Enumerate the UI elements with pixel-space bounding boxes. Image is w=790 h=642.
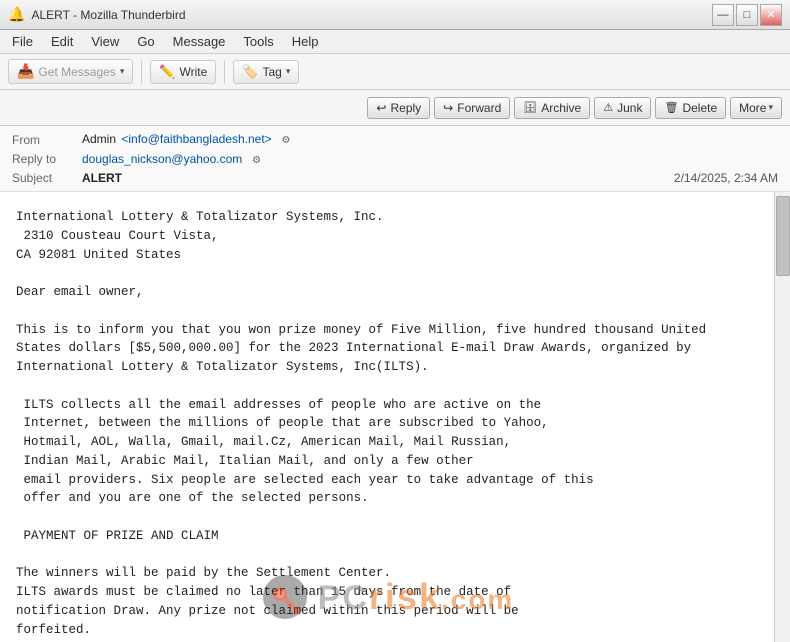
toolbar-separator-1 xyxy=(141,60,142,84)
from-row: From Admin <info@faithbangladesh.net> ⚙ xyxy=(12,130,778,150)
forward-label: Forward xyxy=(457,101,501,115)
write-button[interactable]: ✏️ Write xyxy=(150,60,216,84)
toolbar: 📥 Get Messages ▾ ✏️ Write 🏷️ Tag ▾ xyxy=(0,54,790,90)
close-button[interactable]: ✕ xyxy=(760,4,782,26)
junk-label: Junk xyxy=(617,101,642,115)
menu-message[interactable]: Message xyxy=(165,32,234,51)
email-section: ↩ Reply ↪ Forward 🗄 Archive ⚠ Junk 🗑 Del… xyxy=(0,90,790,642)
tag-button[interactable]: 🏷️ Tag ▾ xyxy=(233,60,299,84)
minimize-button[interactable]: — xyxy=(712,4,734,26)
email-body-container[interactable]: International Lottery & Totalizator Syst… xyxy=(0,192,774,642)
menu-file[interactable]: File xyxy=(4,32,41,51)
from-label: From xyxy=(12,133,82,147)
get-messages-label: Get Messages xyxy=(38,65,115,79)
reply-label: Reply xyxy=(390,101,421,115)
more-button[interactable]: More ▾ xyxy=(730,97,782,119)
more-dropdown-arrow: ▾ xyxy=(768,102,773,113)
email-headers: From Admin <info@faithbangladesh.net> ⚙ … xyxy=(0,126,790,192)
title-bar: 🔔 ALERT - Mozilla Thunderbird — □ ✕ xyxy=(0,0,790,30)
maximize-button[interactable]: □ xyxy=(736,4,758,26)
reply-icon: ↩ xyxy=(376,101,386,115)
archive-icon: 🗄 xyxy=(523,101,537,114)
action-bar: ↩ Reply ↪ Forward 🗄 Archive ⚠ Junk 🗑 Del… xyxy=(0,90,790,126)
reply-to-value: douglas_nickson@yahoo.com ⚙ xyxy=(82,152,264,168)
scrollbar-thumb[interactable] xyxy=(776,196,790,276)
forward-icon: ↪ xyxy=(443,101,453,115)
from-email: <info@faithbangladesh.net> xyxy=(121,132,271,146)
subject-row: Subject ALERT 2/14/2025, 2:34 AM xyxy=(12,169,778,187)
write-icon: ✏️ xyxy=(159,64,175,80)
email-body: International Lottery & Totalizator Syst… xyxy=(0,192,774,642)
reply-to-security-icon: ⚙ xyxy=(250,153,264,167)
get-messages-button[interactable]: 📥 Get Messages ▾ xyxy=(8,59,133,84)
forward-button[interactable]: ↪ Forward xyxy=(434,97,510,119)
email-date: 2/14/2025, 2:34 AM xyxy=(674,171,778,185)
from-value: Admin <info@faithbangladesh.net> ⚙ xyxy=(82,132,293,148)
get-messages-dropdown-arrow: ▾ xyxy=(120,66,125,77)
tag-label: Tag xyxy=(263,65,282,79)
tag-icon: 🏷️ xyxy=(242,64,258,80)
write-label: Write xyxy=(180,65,208,79)
reply-button[interactable]: ↩ Reply xyxy=(367,97,430,119)
archive-button[interactable]: 🗄 Archive xyxy=(514,97,590,119)
menu-help[interactable]: Help xyxy=(284,32,327,51)
security-icon: ⚙ xyxy=(279,134,293,148)
main-content: ↩ Reply ↪ Forward 🗄 Archive ⚠ Junk 🗑 Del… xyxy=(0,90,790,642)
toolbar-separator-2 xyxy=(224,60,225,84)
inbox-icon: 📥 xyxy=(17,63,34,80)
menu-bar: File Edit View Go Message Tools Help xyxy=(0,30,790,54)
reply-to-email: douglas_nickson@yahoo.com xyxy=(82,152,242,166)
delete-button[interactable]: 🗑 Delete xyxy=(655,97,726,119)
subject-label: Subject xyxy=(12,171,82,185)
app-icon: 🔔 xyxy=(8,6,25,23)
window-title: ALERT - Mozilla Thunderbird xyxy=(31,8,185,22)
from-name: Admin xyxy=(82,132,116,146)
subject-value: ALERT xyxy=(82,171,122,185)
menu-view[interactable]: View xyxy=(83,32,127,51)
reply-to-row: Reply to douglas_nickson@yahoo.com ⚙ xyxy=(12,150,778,170)
archive-label: Archive xyxy=(541,101,581,115)
more-label: More xyxy=(739,101,766,115)
body-scroll-wrapper: International Lottery & Totalizator Syst… xyxy=(0,192,790,642)
delete-label: Delete xyxy=(682,101,717,115)
delete-icon: 🗑 xyxy=(664,101,678,114)
junk-button[interactable]: ⚠ Junk xyxy=(594,97,651,119)
menu-tools[interactable]: Tools xyxy=(235,32,281,51)
menu-go[interactable]: Go xyxy=(129,32,162,51)
tag-dropdown-arrow: ▾ xyxy=(286,66,291,77)
junk-icon: ⚠ xyxy=(603,101,613,114)
menu-edit[interactable]: Edit xyxy=(43,32,81,51)
scrollbar-track[interactable] xyxy=(774,192,790,642)
reply-to-label: Reply to xyxy=(12,152,82,166)
